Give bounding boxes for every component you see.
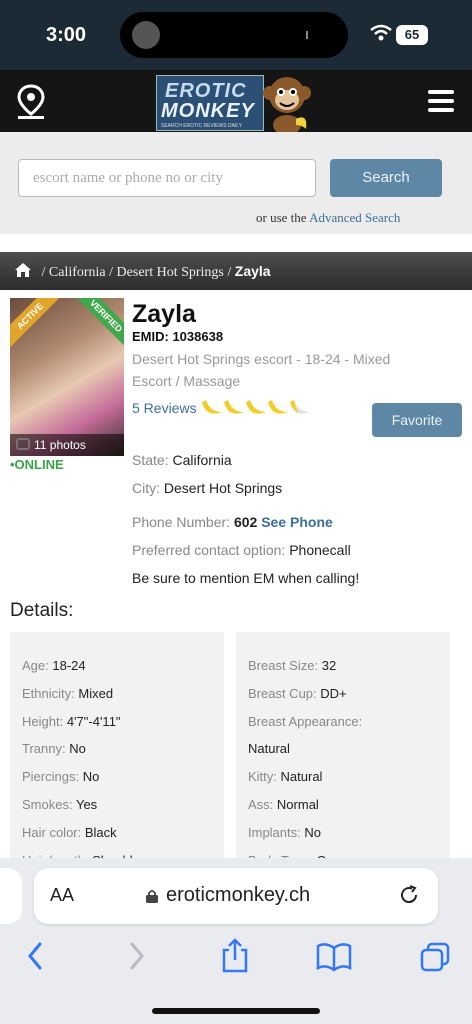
advanced-search-link[interactable]: Advanced Search: [309, 210, 400, 225]
profile-emid: EMID: 1038638: [132, 329, 224, 344]
logo-tagline: SEARCH EROTIC REVIEWS DAILY: [161, 123, 243, 129]
city-label: City:: [132, 480, 160, 496]
reader-settings-button[interactable]: AA: [50, 885, 74, 906]
location-pin-icon[interactable]: [16, 84, 46, 120]
state-label: State:: [132, 452, 169, 468]
online-status: •ONLINE: [10, 457, 64, 472]
tabs-icon[interactable]: [418, 938, 452, 974]
contact-value: Phonecall: [289, 542, 351, 558]
banana-icon: [268, 400, 288, 414]
banana-icon: [202, 400, 222, 414]
profile-name: Zayla: [132, 300, 196, 328]
banana-rating: [202, 400, 310, 414]
detail-row: Natural: [248, 741, 290, 757]
site-logo[interactable]: EROTIC MONKEY SEARCH EROTIC REVIEWS DAIL…: [156, 73, 316, 135]
see-phone-link[interactable]: See Phone: [261, 514, 333, 530]
hamburger-menu-icon[interactable]: [428, 90, 454, 112]
city-row: City: Desert Hot Springs: [132, 480, 282, 496]
detail-row: Hair color: Black: [22, 824, 117, 840]
detail-row: Breast Appearance:: [248, 713, 363, 729]
breadcrumb-current: Zayla: [234, 263, 271, 279]
bookmarks-icon[interactable]: [316, 938, 352, 974]
detail-row: Implants: No: [248, 824, 321, 840]
detail-row: Piercings: No: [22, 769, 100, 785]
detail-row: Kitty: Natural: [248, 769, 323, 785]
banana-icon: [224, 400, 244, 414]
detail-row: Tranny: No: [22, 741, 86, 757]
detail-row: Smokes: Yes: [22, 796, 98, 812]
banana-icon: [246, 400, 266, 414]
phone-row: Phone Number: 602 See Phone: [132, 514, 333, 530]
detail-row: Breast Cup: DD+: [248, 685, 347, 701]
detail-row: Ethnicity: Mixed: [22, 685, 114, 701]
details-heading: Details:: [10, 600, 74, 621]
forward-icon[interactable]: [124, 938, 150, 974]
favorite-button[interactable]: Favorite: [372, 403, 462, 437]
detail-row: Age: 18-24: [22, 658, 86, 673]
mention-note: Be sure to mention EM when calling!: [132, 570, 360, 586]
advanced-search-line: or use the Advanced Search: [256, 210, 400, 226]
phone-partial: 602: [233, 514, 258, 530]
audio-activity-icon: [306, 31, 332, 39]
share-icon[interactable]: [220, 938, 250, 974]
advanced-search-prefix: or use the: [256, 210, 307, 225]
monkey-mascot-icon: [263, 77, 311, 135]
lock-icon: [146, 890, 158, 903]
status-time: 3:00: [46, 24, 87, 46]
logo-box: EROTIC MONKEY SEARCH EROTIC REVIEWS DAIL…: [156, 75, 264, 131]
search-button[interactable]: Search: [330, 159, 442, 197]
detail-row: Ass: Normal: [248, 796, 319, 812]
previous-tab-card[interactable]: [0, 868, 22, 924]
breadcrumb: / California / Desert Hot Springs / Zayl…: [0, 252, 472, 290]
details-left-column: Age: 18-24 Ethnicity: Mixed Height: 4'7"…: [10, 632, 224, 868]
logo-line2: MONKEY: [161, 100, 255, 122]
wifi-icon: [370, 24, 392, 41]
city-value: Desert Hot Springs: [163, 480, 283, 496]
dynamic-island: [120, 12, 348, 58]
home-icon[interactable]: [14, 262, 32, 278]
status-bar: 3:00 65: [0, 0, 472, 70]
breadcrumb-city[interactable]: / Desert Hot Springs: [106, 265, 224, 280]
url-text[interactable]: eroticmonkey.ch: [166, 884, 310, 907]
breadcrumb-sep: /: [223, 265, 235, 280]
banana-half-icon: [290, 400, 310, 414]
detail-row: Height: 4'7"-4'11": [22, 713, 121, 729]
details-right-column: Breast Size: 32 Breast Cup: DD+ Breast A…: [236, 632, 450, 868]
contact-row: Preferred contact option: Phonecall: [132, 542, 351, 558]
battery-indicator: 65: [396, 25, 428, 45]
phone-label: Phone Number:: [132, 514, 231, 530]
address-bar[interactable]: AA eroticmonkey.ch: [34, 868, 438, 924]
search-section: escort name or phone no or city Search o…: [0, 132, 472, 234]
photo-count: 11 photos: [10, 434, 124, 456]
reviews-link[interactable]: 5 Reviews: [132, 400, 197, 416]
active-ribbon: ACTIVE: [10, 298, 64, 350]
breadcrumb-state[interactable]: / California: [38, 265, 106, 280]
search-input[interactable]: escort name or phone no or city: [18, 159, 316, 197]
contact-label: Preferred contact option:: [132, 542, 286, 558]
state-row: State: California: [132, 452, 232, 468]
app-thumbnail-icon: [132, 21, 160, 49]
back-icon[interactable]: [22, 938, 48, 974]
profile-description: Desert Hot Springs escort - 18-24 - Mixe…: [132, 351, 391, 389]
reload-icon[interactable]: [398, 884, 420, 906]
state-value: California: [172, 452, 232, 468]
verified-ribbon: VERIFIED: [72, 298, 124, 350]
home-indicator: [152, 1008, 320, 1014]
profile-photo[interactable]: ACTIVE VERIFIED 11 photos: [10, 298, 124, 456]
detail-row: Breast Size: 32: [248, 658, 337, 673]
